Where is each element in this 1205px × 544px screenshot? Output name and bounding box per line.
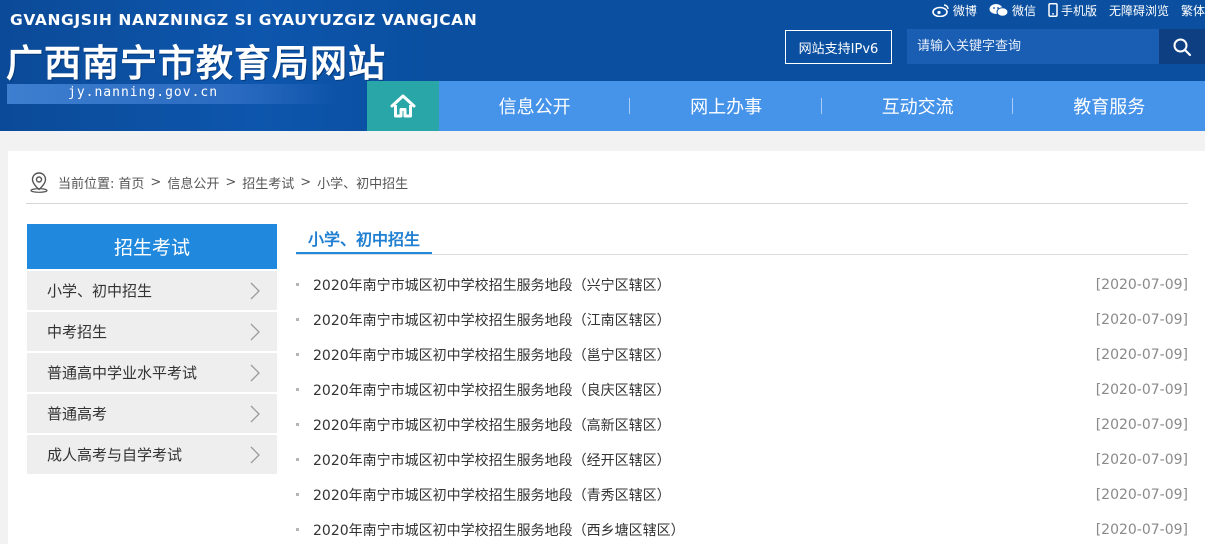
breadcrumb-separator: >: [150, 174, 162, 190]
site-domain: jy.nanning.gov.cn: [68, 85, 219, 100]
list-item[interactable]: 2020年南宁市城区初中学校招生服务地段（江南区辖区） [2020-07-09]: [296, 302, 1188, 337]
list-item[interactable]: 2020年南宁市城区初中学校招生服务地段（高新区辖区） [2020-07-09]: [296, 407, 1188, 442]
article-title[interactable]: 2020年南宁市城区初中学校招生服务地段（青秀区辖区）: [313, 485, 671, 505]
article-date: [2020-07-09]: [1095, 521, 1188, 538]
article-date: [2020-07-09]: [1095, 451, 1188, 468]
article-title[interactable]: 2020年南宁市城区初中学校招生服务地段（良庆区辖区）: [313, 380, 671, 400]
breadcrumb-divider: [26, 203, 1188, 204]
mobile-label: 手机版: [1060, 3, 1097, 18]
breadcrumb-separator: >: [225, 174, 237, 190]
search-input[interactable]: [907, 29, 1159, 64]
site-header: GVANGJSIH NANZNINGZ SI GYAUYUZGIZ VANGJC…: [0, 0, 1205, 131]
traditional-chinese-link[interactable]: 繁体: [1181, 2, 1205, 19]
article-title[interactable]: 2020年南宁市城区初中学校招生服务地段（经开区辖区）: [313, 450, 671, 470]
list-item[interactable]: 2020年南宁市城区初中学校招生服务地段（青秀区辖区） [2020-07-09]: [296, 477, 1188, 512]
weibo-label: 微博: [952, 3, 977, 18]
accessibility-label: 无障碍浏览: [1108, 3, 1169, 18]
chevron-right-icon: [250, 323, 260, 340]
wechat-link[interactable]: 微信: [989, 2, 1036, 19]
chevron-right-icon: [250, 364, 260, 381]
breadcrumb: 当前位置: 首页 > 信息公开 > 招生考试 > 小学、初中招生: [28, 170, 408, 194]
nav-online-services-label: 网上办事: [690, 97, 763, 118]
article-date: [2020-07-09]: [1095, 381, 1188, 398]
main-content: 当前位置: 首页 > 信息公开 > 招生考试 > 小学、初中招生 招生考试 小学…: [8, 151, 1205, 544]
article-list: 2020年南宁市城区初中学校招生服务地段（兴宁区辖区） [2020-07-09]…: [296, 267, 1188, 544]
sidebar-title: 招生考试: [27, 224, 277, 269]
top-links: 微博 微信 手机版 无障碍浏览 繁体: [932, 1, 1205, 19]
article-date: [2020-07-09]: [1095, 276, 1188, 293]
breadcrumb-admission-exams[interactable]: 招生考试: [242, 173, 294, 192]
breadcrumb-separator: >: [300, 174, 312, 190]
sidebar-item-label: 中考招生: [47, 323, 108, 341]
article-title[interactable]: 2020年南宁市城区初中学校招生服务地段（江南区辖区）: [313, 310, 671, 330]
sidebar-item-college-entrance[interactable]: 普通高考: [27, 394, 277, 433]
nav-education-services-label: 教育服务: [1073, 97, 1146, 118]
list-item[interactable]: 2020年南宁市城区初中学校招生服务地段（西乡塘区辖区） [2020-07-09…: [296, 512, 1188, 544]
mobile-icon: [1048, 3, 1058, 17]
list-item[interactable]: 2020年南宁市城区初中学校招生服务地段（兴宁区辖区） [2020-07-09]: [296, 267, 1188, 302]
nav-interaction[interactable]: 互动交流: [822, 81, 1014, 131]
sidebar: 招生考试 小学、初中招生 中考招生 普通高中学业水平考试 普通高考 成人高考与自…: [27, 224, 277, 474]
list-item[interactable]: 2020年南宁市城区初中学校招生服务地段（良庆区辖区） [2020-07-09]: [296, 372, 1188, 407]
section-title-tab: 小学、初中招生: [296, 224, 433, 255]
list-item[interactable]: 2020年南宁市城区初中学校招生服务地段（经开区辖区） [2020-07-09]: [296, 442, 1188, 477]
location-pin-icon: [30, 172, 48, 193]
accessibility-link[interactable]: 无障碍浏览: [1109, 2, 1169, 19]
search-button[interactable]: [1159, 29, 1205, 64]
home-icon: [390, 94, 416, 118]
wechat-label: 微信: [1011, 3, 1036, 18]
sidebar-item-primary-junior-admission[interactable]: 小学、初中招生: [27, 271, 277, 310]
article-title[interactable]: 2020年南宁市城区初中学校招生服务地段（西乡塘区辖区）: [313, 520, 685, 540]
article-date: [2020-07-09]: [1095, 346, 1188, 363]
weibo-icon: [932, 4, 949, 17]
nav-interaction-label: 互动交流: [881, 97, 954, 118]
ipv6-button[interactable]: 网站支持IPv6: [785, 30, 892, 64]
chevron-right-icon: [250, 446, 260, 463]
bullet: [296, 458, 299, 461]
sidebar-item-label: 普通高考: [47, 405, 108, 423]
section-divider: [296, 254, 1188, 255]
bullet: [296, 528, 299, 531]
bullet: [296, 423, 299, 426]
article-date: [2020-07-09]: [1095, 311, 1188, 328]
breadcrumb-info-disclosure[interactable]: 信息公开: [167, 173, 219, 192]
sidebar-item-label: 普通高中学业水平考试: [47, 364, 198, 382]
search-icon: [1173, 38, 1192, 56]
bullet: [296, 493, 299, 496]
article-title[interactable]: 2020年南宁市城区初中学校招生服务地段（邕宁区辖区）: [313, 345, 671, 365]
nav-info-disclosure-label: 信息公开: [498, 97, 571, 118]
traditional-chinese-label: 繁体: [1180, 3, 1205, 18]
site-title[interactable]: 广西南宁市教育局网站: [6, 33, 386, 87]
nav-online-services[interactable]: 网上办事: [630, 81, 822, 131]
sidebar-item-label: 成人高考与自学考试: [47, 446, 183, 464]
main-nav: 信息公开 网上办事 互动交流 教育服务: [367, 81, 1205, 131]
article-title[interactable]: 2020年南宁市城区初中学校招生服务地段（兴宁区辖区）: [313, 275, 671, 295]
chevron-right-icon: [250, 405, 260, 422]
bullet: [296, 388, 299, 391]
breadcrumb-home[interactable]: 首页: [118, 173, 144, 192]
wechat-icon: [989, 4, 1009, 17]
chevron-right-icon: [250, 282, 260, 299]
weibo-link[interactable]: 微博: [932, 2, 977, 19]
article-date: [2020-07-09]: [1095, 486, 1188, 503]
nav-home[interactable]: [367, 81, 439, 131]
sidebar-item-proficiency-test[interactable]: 普通高中学业水平考试: [27, 353, 277, 392]
nav-info-disclosure[interactable]: 信息公开: [439, 81, 631, 131]
bullet: [296, 283, 299, 286]
article-date: [2020-07-09]: [1095, 416, 1188, 433]
site-title-pinyin: GVANGJSIH NANZNINGZ SI GYAUYUZGIZ VANGJC…: [10, 11, 478, 29]
list-item[interactable]: 2020年南宁市城区初中学校招生服务地段（邕宁区辖区） [2020-07-09]: [296, 337, 1188, 372]
bullet: [296, 353, 299, 356]
sidebar-item-high-school-entrance[interactable]: 中考招生: [27, 312, 277, 351]
article-title[interactable]: 2020年南宁市城区初中学校招生服务地段（高新区辖区）: [313, 415, 671, 435]
breadcrumb-prefix: 当前位置:: [58, 176, 115, 192]
sidebar-item-label: 小学、初中招生: [47, 282, 153, 300]
breadcrumb-current[interactable]: 小学、初中招生: [317, 173, 408, 192]
sidebar-item-adult-self-study[interactable]: 成人高考与自学考试: [27, 435, 277, 474]
bullet: [296, 318, 299, 321]
nav-education-services[interactable]: 教育服务: [1013, 81, 1205, 131]
mobile-link[interactable]: 手机版: [1048, 2, 1097, 19]
